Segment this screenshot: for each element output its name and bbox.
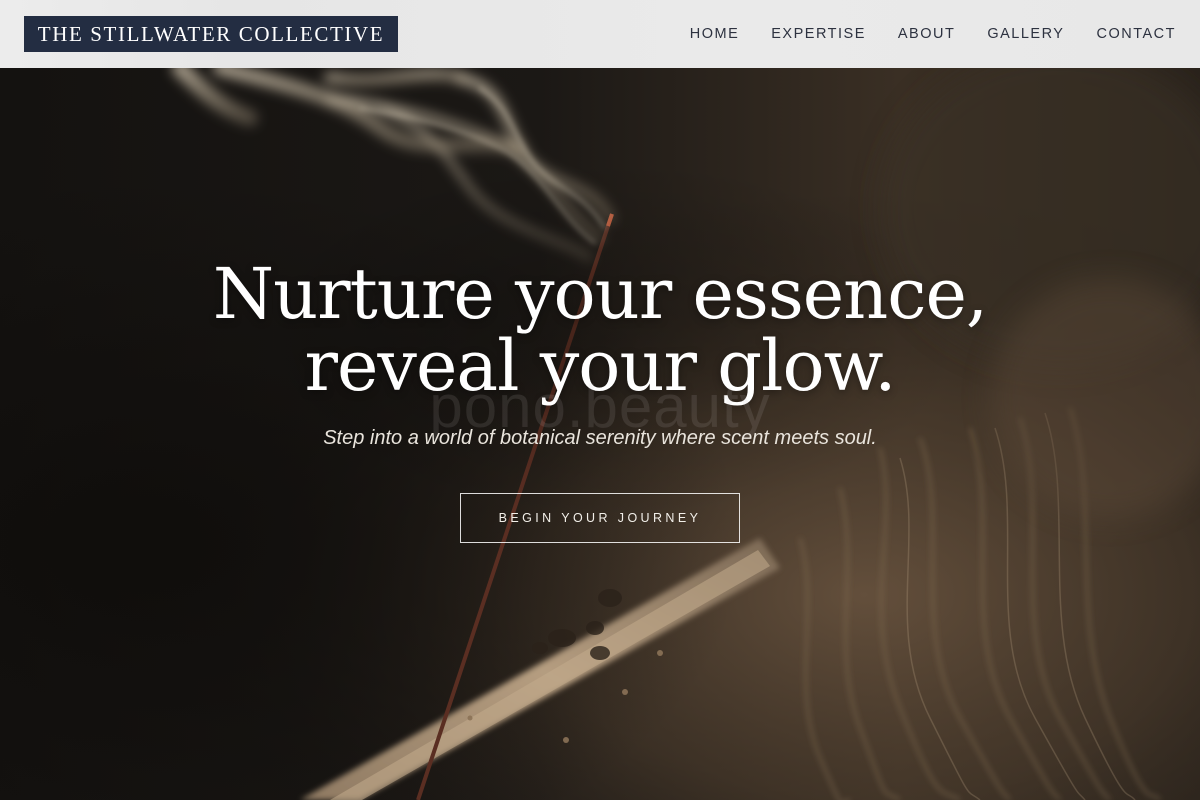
nav-home[interactable]: HOME (690, 26, 740, 42)
nav-about[interactable]: ABOUT (898, 26, 955, 42)
nav-contact[interactable]: CONTACT (1096, 26, 1176, 42)
main-nav: HOME EXPERTISE ABOUT GALLERY CONTACT (690, 0, 1176, 68)
hero-subtitle: Step into a world of botanical serenity … (323, 427, 877, 449)
page: THE STILLWATER COLLECTIVE HOME EXPERTISE… (0, 0, 1200, 800)
nav-expertise[interactable]: EXPERTISE (771, 26, 866, 42)
site-header: THE STILLWATER COLLECTIVE HOME EXPERTISE… (0, 0, 1200, 68)
hero-section: Nurture your essence, reveal your glow. … (0, 68, 1200, 800)
brand-logo[interactable]: THE STILLWATER COLLECTIVE (24, 16, 398, 52)
nav-gallery[interactable]: GALLERY (987, 26, 1064, 42)
hero-content: Nurture your essence, reveal your glow. … (0, 68, 1200, 800)
hero-title-line-1: Nurture your essence, (212, 253, 988, 335)
begin-journey-button[interactable]: BEGIN YOUR JOURNEY (460, 493, 740, 543)
